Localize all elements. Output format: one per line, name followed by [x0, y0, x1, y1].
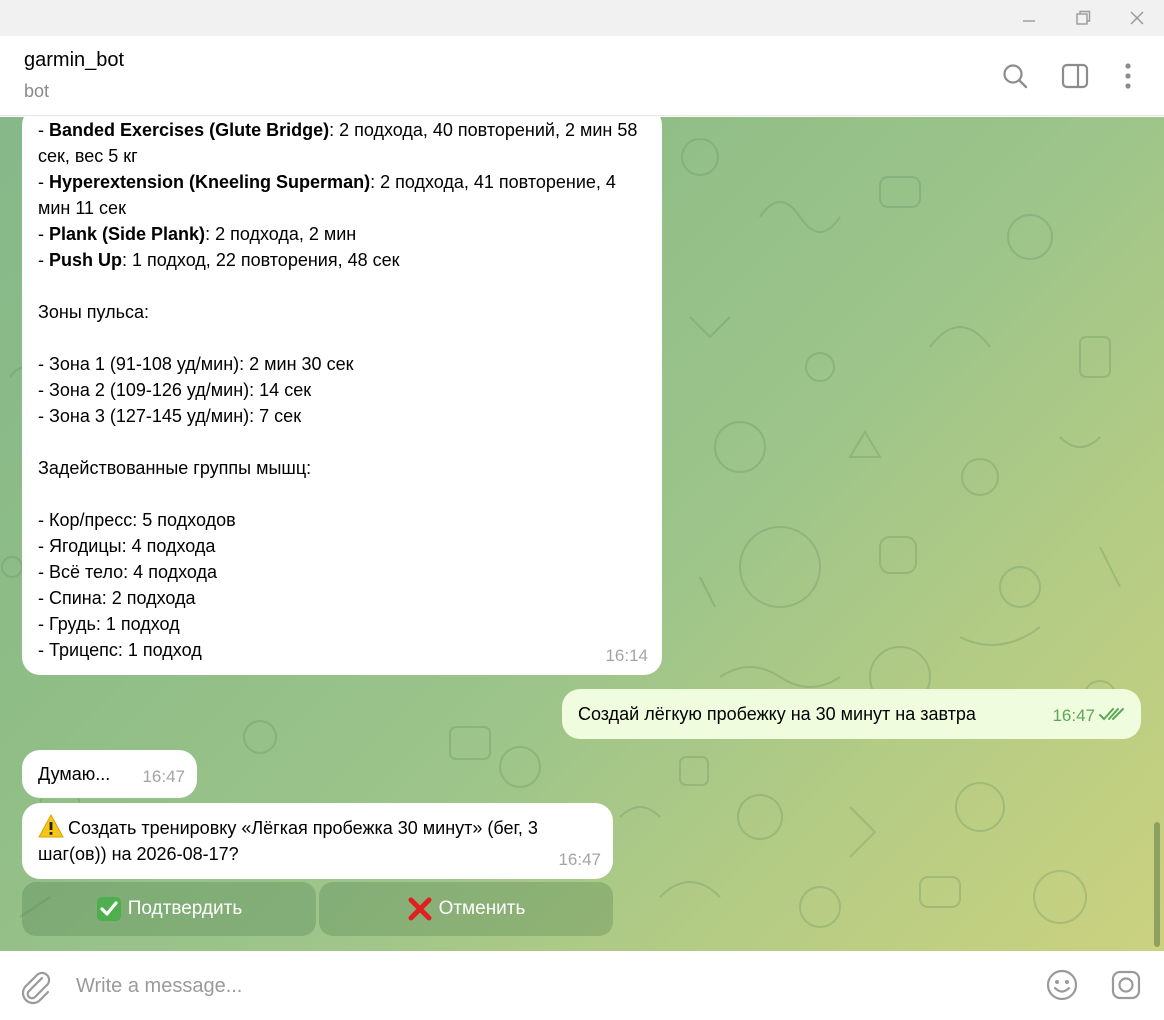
thinking-message[interactable]: Думаю... 16:47: [22, 750, 197, 798]
cancel-button[interactable]: Отменить: [319, 882, 613, 936]
restore-icon[interactable]: [1060, 0, 1106, 36]
outgoing-message[interactable]: Создай лёгкую пробежку на 30 минут на за…: [562, 689, 1141, 739]
muscle-line: - Грудь: 1 подход: [38, 614, 180, 634]
cancel-button-label: Отменить: [438, 898, 526, 919]
more-vertical-icon[interactable]: [1110, 58, 1146, 94]
muscle-line: - Всё тело: 4 подхода: [38, 562, 217, 582]
emoji-icon[interactable]: [1044, 967, 1080, 1003]
workout-summary-message[interactable]: - Banded Exercises (Glute Bridge): 2 под…: [22, 117, 662, 675]
exercise-line: - Plank (Side Plank): 2 подхода, 2 мин: [38, 224, 357, 244]
message-text: Думаю...: [38, 764, 111, 784]
exercise-line: - Push Up: 1 подход, 22 повторения, 48 с…: [38, 250, 400, 270]
search-icon[interactable]: [997, 58, 1033, 94]
minimize-icon[interactable]: [1006, 0, 1052, 36]
message-text: Создай лёгкую пробежку на 30 минут на за…: [578, 704, 976, 724]
close-icon[interactable]: [1114, 0, 1160, 36]
muscles-heading: Задействованные группы мышц:: [38, 458, 312, 478]
message-composer: [0, 951, 1164, 1020]
muscle-line: - Трицепс: 1 подход: [38, 640, 202, 660]
message-text: Создать тренировку «Лёгкая пробежка 30 м…: [38, 818, 538, 864]
muscle-line: - Спина: 2 подхода: [38, 588, 196, 608]
message-time: 16:47: [1052, 706, 1095, 725]
hr-zone-line: - Зона 3 (127-145 уд/мин): 7 сек: [38, 406, 302, 426]
message-time: 16:47: [558, 850, 601, 869]
hr-zone-line: - Зона 1 (91-108 уд/мин): 2 мин 30 сек: [38, 354, 354, 374]
message-time: 16:14: [605, 646, 648, 665]
confirm-message[interactable]: Создать тренировку «Лёгкая пробежка 30 м…: [22, 803, 613, 879]
message-time: 16:47: [142, 767, 185, 786]
hr-zone-line: - Зона 2 (109-126 уд/мин): 14 сек: [38, 380, 312, 400]
double-check-icon: [1099, 708, 1124, 721]
chat-history[interactable]: - Banded Exercises (Glute Bridge): 2 под…: [0, 117, 1164, 951]
paperclip-icon[interactable]: [18, 969, 54, 1005]
hr-zones-heading: Зоны пульса:: [38, 302, 150, 322]
camera-icon[interactable]: [1108, 967, 1144, 1003]
confirm-button[interactable]: Подтвердить: [22, 882, 316, 936]
sidebar-toggle-icon[interactable]: [1057, 58, 1093, 94]
window-titlebar: [0, 0, 1164, 36]
warning-icon: [38, 813, 64, 838]
muscle-line: - Ягодицы: 4 подхода: [38, 536, 216, 556]
chat-title[interactable]: garmin_bot: [24, 49, 124, 72]
exercise-line: - Hyperextension (Kneeling Superman): 2 …: [38, 172, 621, 218]
muscle-line: - Кор/пресс: 5 подходов: [38, 510, 236, 530]
chat-subtitle: bot: [24, 81, 50, 101]
exercise-line: - Banded Exercises (Glute Bridge): 2 под…: [38, 120, 643, 166]
cross-mark-icon: [408, 897, 432, 921]
message-input[interactable]: [76, 971, 976, 1001]
chat-scrollbar[interactable]: [1154, 822, 1160, 947]
check-mark-button-icon: [96, 897, 121, 921]
confirm-button-label: Подтвердить: [127, 898, 243, 919]
chat-header[interactable]: garmin_bot bot: [0, 36, 1164, 116]
